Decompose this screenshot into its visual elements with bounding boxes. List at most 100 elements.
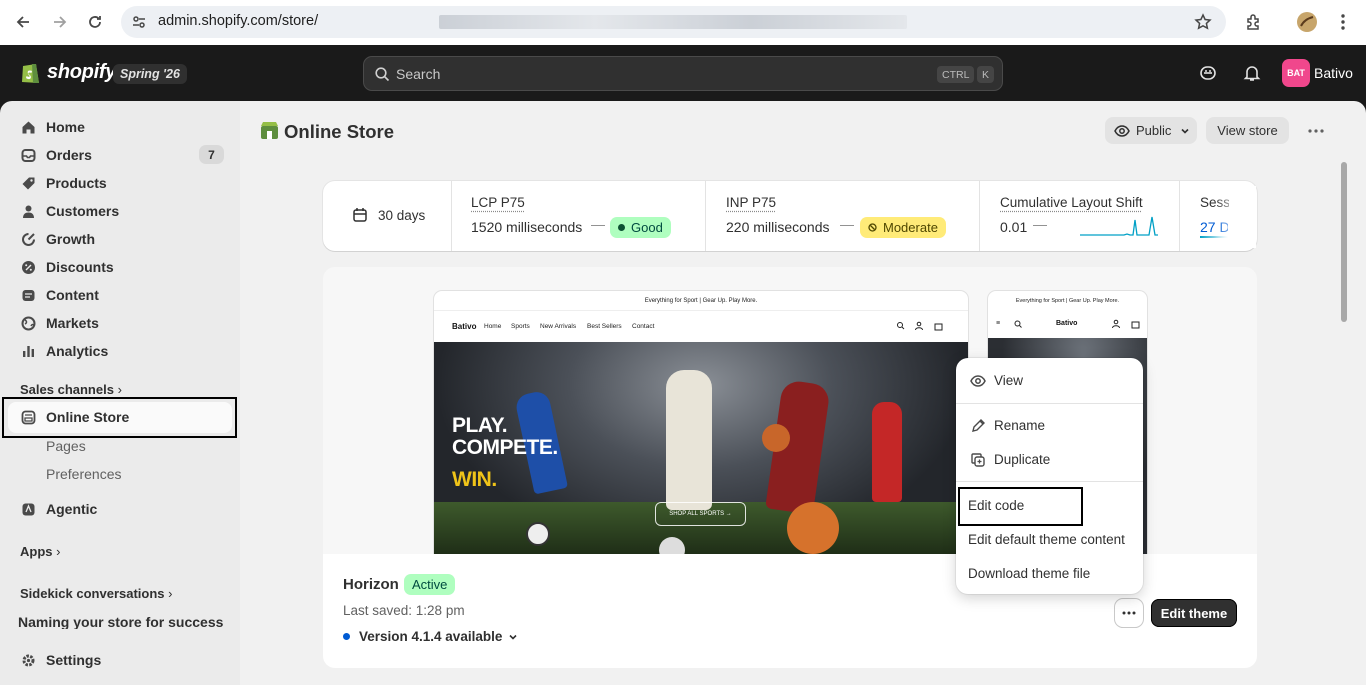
date-range-button[interactable]: 30 days [378, 208, 425, 223]
status-badge: Active [404, 574, 456, 595]
menu-divider [956, 403, 1143, 404]
last-saved-text: Last saved: 1:28 pm [343, 603, 465, 618]
metric-divider [1179, 181, 1180, 251]
url-blurred-segment [439, 15, 907, 29]
preview-hero-image: PLAY. COMPETE. WIN. SHOP ALL SPORTS → [434, 342, 968, 554]
sidebar-item-label: Settings [46, 652, 102, 668]
cls-value: 0.01 [1000, 219, 1028, 235]
duplicate-icon [971, 453, 985, 467]
sidekick-conversations-heading[interactable]: Sidekick conversations › [20, 586, 172, 601]
avatar[interactable]: BAT [1282, 59, 1310, 87]
menu-item-rename[interactable]: Rename [956, 411, 1143, 441]
sidebar-item-label: Home [46, 119, 85, 135]
sidebar-item-customers[interactable]: Customers [20, 203, 119, 219]
sidebar-subitem-preferences[interactable]: Preferences [46, 466, 121, 482]
store-name[interactable]: Bativo [1314, 65, 1353, 81]
announcement-bar: Everything for Sport | Gear Up. Play Mor… [644, 297, 758, 304]
eye-icon [970, 375, 986, 387]
search-placeholder: Search [396, 66, 441, 82]
theme-name: Horizon [343, 576, 399, 593]
shopify-logo[interactable]: shopify [20, 60, 116, 85]
sidebar-item-discounts[interactable]: Discounts [20, 259, 114, 275]
sidebar-item-orders[interactable]: Orders [20, 147, 92, 163]
update-dot-icon [343, 633, 350, 640]
sidekick-icon[interactable] [1197, 62, 1219, 84]
metrics-fade-overlay [1214, 186, 1256, 248]
sidebar-item-agentic[interactable]: Agentic [20, 501, 97, 517]
browser-menu-icon[interactable] [1329, 9, 1357, 35]
desktop-preview[interactable]: Everything for Sport | Gear Up. Play Mor… [434, 291, 968, 554]
sidebar-item-products[interactable]: Products [20, 175, 107, 191]
preview-header-icons [897, 321, 943, 331]
edition-badge: Spring '26 [113, 64, 187, 84]
profile-avatar-icon[interactable] [1293, 9, 1321, 35]
sales-channels-heading[interactable]: Sales channels › [20, 382, 122, 397]
page-title: Online Store [284, 121, 394, 142]
sidebar-item-analytics[interactable]: Analytics [20, 343, 108, 359]
more-dots-icon [1122, 611, 1136, 615]
back-arrow-icon[interactable] [9, 9, 37, 35]
address-bar[interactable]: admin.shopify.com/store/ [121, 6, 1226, 38]
pencil-icon [972, 419, 985, 432]
forward-arrow-icon[interactable] [46, 9, 74, 35]
notifications-bell-icon[interactable] [1241, 62, 1263, 84]
shopify-wordmark: shopify [47, 61, 117, 83]
view-store-button[interactable]: View store [1206, 117, 1289, 144]
search-input[interactable]: Search CTRL K [363, 56, 1003, 91]
sidebar-item-label: Analytics [46, 343, 109, 359]
sidebar-item-settings[interactable]: Settings [20, 652, 101, 668]
sidebar-item-label: Content [46, 287, 99, 303]
menu-item-edit-default-content[interactable]: Edit default theme content [956, 524, 1143, 554]
preview-nav-contact: Contact [632, 323, 655, 330]
apps-heading[interactable]: Apps › [20, 544, 60, 559]
reload-icon[interactable] [81, 9, 109, 35]
shortcut-k-key: K [977, 66, 995, 83]
dash-separator: — [1033, 216, 1047, 232]
sidebar-item-growth[interactable]: Growth [20, 231, 95, 247]
lcp-label[interactable]: LCP P75 [471, 195, 525, 210]
tag-icon [20, 175, 36, 191]
growth-icon [20, 231, 36, 247]
extensions-icon[interactable] [1240, 9, 1268, 35]
mobile-search-icon [1014, 320, 1022, 328]
preview-nav-sports: Sports [511, 323, 530, 330]
theme-actions-menu: View Rename Duplicate Edit code Edit def… [956, 358, 1143, 594]
shopify-bag-icon [22, 64, 39, 83]
moderate-status-icon [868, 223, 877, 232]
mobile-brand: Bativo [1056, 320, 1078, 327]
menu-item-view[interactable]: View [956, 366, 1143, 396]
preview-nav-best: Best Sellers [587, 323, 622, 330]
sidebar-item-label: Customers [46, 203, 120, 219]
online-store-icon [260, 121, 279, 145]
sidebar-subitem-pages[interactable]: Pages [46, 438, 86, 454]
menu-item-duplicate[interactable]: Duplicate [956, 445, 1143, 475]
cls-label[interactable]: Cumulative Layout Shift [1000, 195, 1143, 210]
dash-separator: — [840, 216, 854, 232]
preview-brand: Bativo [452, 322, 477, 331]
gear-icon [20, 652, 36, 668]
search-icon [375, 67, 390, 82]
chevron-down-icon[interactable] [508, 632, 518, 642]
sidebar-item-markets[interactable]: Markets [20, 315, 99, 331]
more-actions-icon[interactable] [1304, 122, 1328, 140]
visibility-dropdown[interactable]: Public [1105, 117, 1197, 144]
sidebar-item-label: Markets [46, 315, 99, 331]
sidekick-conversation-item[interactable]: Naming your store for success [18, 614, 223, 629]
main-scrollbar[interactable] [1341, 162, 1347, 322]
sidebar-item-content[interactable]: Content [20, 287, 99, 303]
menu-item-download-theme[interactable]: Download theme file [956, 558, 1143, 588]
bookmark-star-icon[interactable] [1189, 9, 1217, 35]
edit-theme-button[interactable]: Edit theme [1151, 599, 1237, 627]
mobile-header-icons [1112, 319, 1140, 329]
sidebar-item-home[interactable]: Home [20, 119, 85, 135]
menu-divider [956, 481, 1143, 482]
inp-label[interactable]: INP P75 [726, 195, 776, 210]
version-update-link[interactable]: Version 4.1.4 available [359, 629, 502, 644]
hero-line-2: COMPETE. [452, 436, 558, 459]
admin-topbar: shopify Spring '26 Search CTRL K BAT Bat… [0, 45, 1366, 101]
metric-divider [979, 181, 980, 251]
browser-toolbar: admin.shopify.com/store/ [0, 0, 1366, 45]
theme-actions-button[interactable] [1115, 599, 1143, 627]
mobile-announcement-bar: Everything for Sport | Gear Up. Play Mor… [1015, 297, 1120, 304]
site-settings-icon[interactable] [131, 14, 147, 35]
